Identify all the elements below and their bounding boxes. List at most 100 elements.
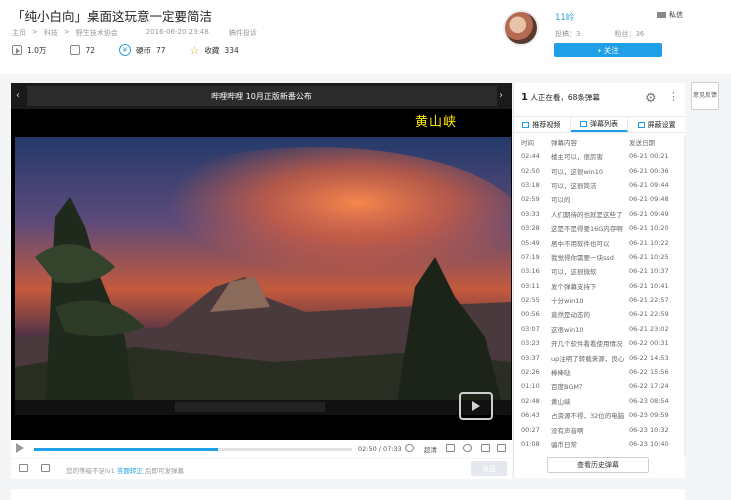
row-content: 这是不是得要16G内存啊 (551, 225, 623, 234)
table-row[interactable]: 02:55 十分win10 06-21 22:57 (521, 293, 683, 307)
table-row[interactable]: 02:44 楼主可以，很厉害 06-21 00:21 (521, 149, 683, 163)
tab-danmaku-list[interactable]: 弹幕列表 (570, 117, 629, 132)
table-row[interactable]: 03:23 开几个软件看看使用情况 06-22 00:31 (521, 336, 683, 350)
table-row[interactable]: 03:16 可以，这很微软 06-21 10:37 (521, 264, 683, 278)
breadcrumb-separator: > (63, 28, 70, 36)
danmaku-settings-icon[interactable] (41, 464, 50, 472)
follower-count: 粉丝：36 (614, 30, 645, 38)
history-danmaku-button[interactable]: 查看历史弹幕 (547, 457, 649, 473)
quality-selector[interactable]: 超清 (424, 444, 437, 454)
coin-stat[interactable]: ¥ 硬币 77 (118, 44, 166, 56)
row-date: 06-21 10:41 (629, 281, 669, 290)
row-date: 06-23 08:54 (629, 396, 669, 405)
row-content: 居中不用软件也可以 (551, 239, 610, 248)
uploader-avatar[interactable] (503, 10, 539, 46)
volume-icon[interactable] (405, 444, 414, 452)
danmaku-toggle-icon[interactable] (446, 444, 455, 452)
scrollbar[interactable] (684, 137, 686, 457)
table-row[interactable]: 03:11 发个弹幕支持下 06-21 10:41 (521, 279, 683, 293)
feedback-button[interactable]: 意见反馈 (691, 82, 719, 110)
table-row[interactable]: 06:43 占资源不得，32位的电脑 06-23 09:59 (521, 408, 683, 422)
table-row[interactable]: 02:50 可以，这很win10 06-21 00:36 (521, 163, 683, 177)
widescreen-icon[interactable] (481, 444, 490, 452)
row-content: 可以的 (551, 196, 571, 205)
row-time: 03:23 (521, 339, 540, 348)
row-time: 03:18 (521, 180, 540, 189)
time-display: 02:50 / 07:33 (358, 445, 402, 453)
row-content: 这很win10 (551, 325, 584, 334)
loop-icon[interactable] (463, 444, 472, 452)
star-icon[interactable]: ☆ (190, 45, 200, 56)
play-count-icon (12, 45, 22, 55)
views-stat: 1.0万 (12, 45, 46, 56)
row-content: 开几个软件看看使用情况 (551, 340, 623, 349)
row-date: 06-21 23:02 (629, 324, 669, 333)
breadcrumb-tech[interactable]: 科技 (44, 28, 58, 38)
row-date: 06-21 10:22 (629, 238, 669, 247)
uploader-name[interactable]: 11岭 (555, 11, 574, 23)
row-date: 06-22 14:53 (629, 353, 669, 362)
progress-fill[interactable] (34, 448, 219, 451)
table-row[interactable]: 07:19 我觉得你需要一块ssd 06-21 10:25 (521, 250, 683, 264)
tab-label: 弹幕列表 (590, 119, 618, 128)
coin-icon[interactable]: ¥ (118, 44, 131, 56)
breadcrumb-wild-tech[interactable]: 野生技术协会 (76, 28, 118, 38)
table-row[interactable]: 02:59 可以的 06-21 09:48 (521, 192, 683, 206)
table-row[interactable]: 03:37 up注明了转载来源，良心 06-22 14:53 (521, 350, 683, 364)
recommend-icon (522, 121, 530, 128)
play-icon[interactable] (16, 443, 24, 453)
message-button[interactable]: 私信 (657, 10, 683, 20)
tab-recommended[interactable]: 推荐视频 (513, 117, 571, 132)
breadcrumb-home[interactable]: 主页 (12, 28, 26, 38)
favorite-stat[interactable]: ☆ 收藏 334 (190, 45, 239, 56)
table-row[interactable]: 03:07 这很win10 06-21 23:02 (521, 322, 683, 336)
report-link[interactable]: 稿件投诉 (229, 28, 257, 38)
tab-label: 屏蔽设置 (647, 120, 676, 129)
fullscreen-icon[interactable] (497, 444, 506, 452)
col-time[interactable]: 时间 (521, 137, 551, 147)
chevron-left-icon[interactable]: ‹ (16, 90, 20, 101)
gear-icon[interactable]: ⚙ (645, 91, 657, 106)
row-date: 06-21 09:49 (629, 209, 669, 218)
block-icon (637, 121, 645, 128)
col-date[interactable]: 发送日期 (629, 137, 681, 147)
list-icon (580, 120, 587, 127)
table-row[interactable]: 02:26 棒棒哒 06-22 15:56 (521, 365, 683, 379)
row-time: 02:48 (521, 396, 540, 405)
viewer-count: 1 人正在看，68条弹幕 (521, 92, 600, 103)
row-time: 02:44 (521, 152, 540, 161)
table-row[interactable]: 03:28 这是不是得要16G内存啊 06-21 10:20 (521, 221, 683, 235)
table-row[interactable]: 02:48 黄山峡 06-23 08:54 (521, 394, 683, 408)
table-row[interactable]: 01:08 骗币日常 06-23 10:40 (521, 437, 683, 449)
send-button[interactable]: 发送 (471, 461, 507, 476)
banner-text[interactable]: 哔哩哔哩 10月正版新番公布 (26, 86, 497, 106)
col-content[interactable]: 弹幕内容 (551, 137, 629, 147)
hint-post: 后即可发弹幕 (144, 467, 184, 475)
danmaku-stat: 72 (70, 45, 95, 55)
video-frame[interactable] (15, 137, 511, 415)
player-top-banner[interactable]: 哔哩哔哩 10月正版新番公布 (11, 83, 512, 109)
table-row[interactable]: 05:49 居中不用软件也可以 06-21 10:22 (521, 235, 683, 249)
more-icon[interactable]: ⋮ (668, 90, 679, 103)
table-row[interactable]: 00:56 竟然是动态的 06-21 22:59 (521, 307, 683, 321)
row-date: 06-23 10:32 (629, 425, 669, 434)
sidebar-tabs: 推荐视频 弹幕列表 屏蔽设置 (513, 116, 685, 133)
table-row[interactable]: 03:18 可以，这很简洁 06-21 09:44 (521, 178, 683, 192)
coin-count: 77 (155, 45, 166, 55)
danmaku-style-icon[interactable] (19, 464, 28, 472)
row-time: 02:59 (521, 195, 540, 204)
row-content: 没有声音啊 (551, 426, 584, 435)
hint-pre: 您的等级不足lv1 (66, 467, 115, 475)
chevron-right-icon[interactable]: › (499, 90, 503, 101)
row-content: 可以，这很win10 (551, 167, 604, 176)
table-row[interactable]: 03:33 人们期待的也就是这些了 06-21 09:49 (521, 207, 683, 221)
row-date: 06-23 09:59 (629, 411, 669, 420)
row-time: 03:28 (521, 224, 540, 233)
table-row[interactable]: 01:10 百度BGM？ 06-22 17:24 (521, 379, 683, 393)
tab-block-settings[interactable]: 屏蔽设置 (628, 117, 685, 132)
row-time: 02:26 (521, 368, 540, 377)
follow-button[interactable]: + 关注 (554, 43, 662, 57)
danmaku-list: 02:44 楼主可以，很厉害 06-21 00:21 02:50 可以，这很win10 0… (521, 149, 683, 449)
answer-link[interactable]: 答题转正 (117, 467, 143, 475)
table-row[interactable]: 00:27 没有声音啊 06-23 10:32 (521, 422, 683, 436)
